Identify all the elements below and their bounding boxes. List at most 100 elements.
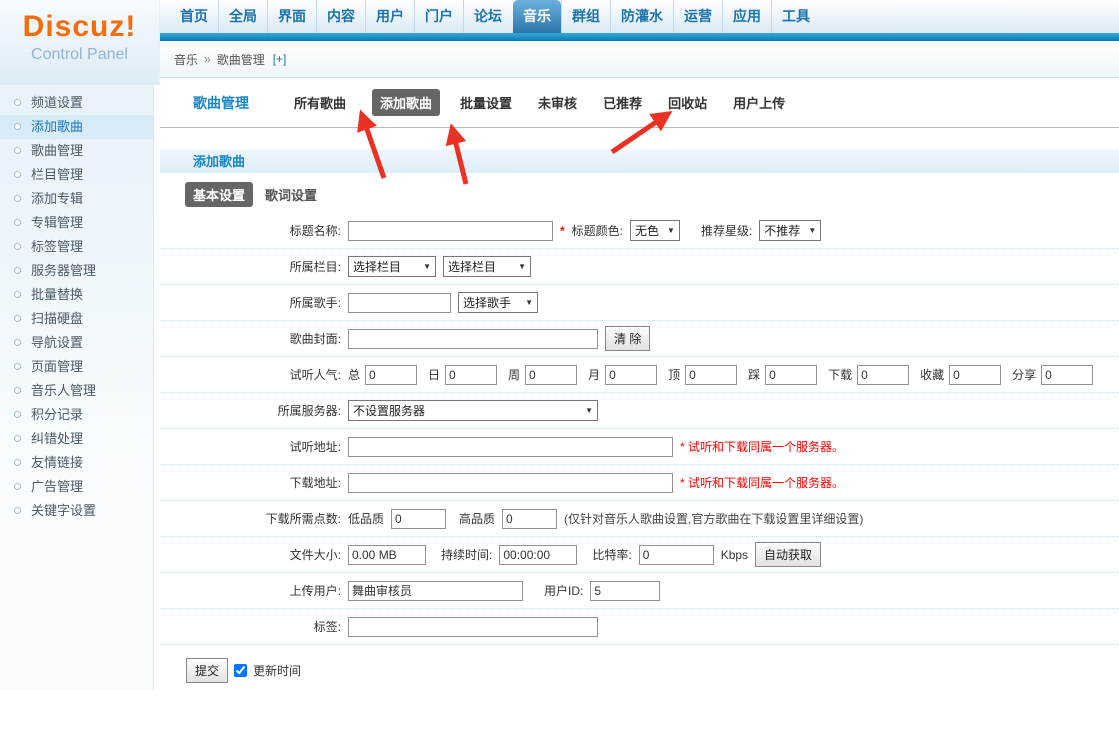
clear-cover-button[interactable]: 清 除 xyxy=(605,326,651,351)
breadcrumb-section[interactable]: 音乐 xyxy=(174,51,198,68)
sidebar-item-nav-settings[interactable]: 导航设置 xyxy=(0,331,153,355)
bitrate-input[interactable] xyxy=(638,544,714,565)
bitrate-unit: Kbps xyxy=(720,547,749,562)
title-input[interactable] xyxy=(348,220,553,241)
uploader-label: 上传用户: xyxy=(289,584,341,598)
nav-item-content[interactable]: 内容 xyxy=(316,0,365,33)
bullet-icon xyxy=(14,411,21,418)
nav-item-interface[interactable]: 界面 xyxy=(267,0,316,33)
uploader-input[interactable] xyxy=(348,580,523,601)
sidebar-item-ad-management[interactable]: 广告管理 xyxy=(0,475,153,499)
cover-input[interactable] xyxy=(348,328,598,349)
breadcrumb-expand-toggle[interactable]: [+] xyxy=(273,52,287,66)
tab-recycle-bin[interactable]: 回收站 xyxy=(668,93,707,112)
file-size-label: 文件大小: xyxy=(289,548,341,562)
file-size-input[interactable] xyxy=(348,544,426,565)
high-quality-input[interactable] xyxy=(502,508,558,529)
chevron-down-icon: ▼ xyxy=(585,406,593,415)
download-url-input[interactable] xyxy=(348,472,673,493)
nav-item-user[interactable]: 用户 xyxy=(365,0,414,33)
tab-recommended[interactable]: 已推荐 xyxy=(603,93,642,112)
sidebar-item-scan-disk[interactable]: 扫描硬盘 xyxy=(0,307,153,331)
brand-logo-panel: Discuz! Control Panel xyxy=(0,0,160,85)
sidebar-item-page-management[interactable]: 页面管理 xyxy=(0,355,153,379)
row-cover: 歌曲封面: 清 除 xyxy=(160,321,1119,357)
duration-input[interactable] xyxy=(499,544,578,565)
row-singer: 所属歌手: 选择歌手 ▼ xyxy=(160,285,1119,321)
column-select-2[interactable]: 选择栏目 ▼ xyxy=(443,256,531,277)
bullet-icon xyxy=(14,147,21,154)
uid-input[interactable] xyxy=(590,580,661,601)
nav-item-tools[interactable]: 工具 xyxy=(771,0,820,33)
sidebar-item-server-management[interactable]: 服务器管理 xyxy=(0,259,153,283)
sidebar-item-album-management[interactable]: 专辑管理 xyxy=(0,211,153,235)
stat-week-input[interactable] xyxy=(525,364,578,385)
submit-row: 提交 更新时间 xyxy=(160,645,1119,683)
column-select-1[interactable]: 选择栏目 ▼ xyxy=(348,256,436,277)
sidebar-item-error-correction[interactable]: 纠错处理 xyxy=(0,427,153,451)
auto-fetch-button[interactable]: 自动获取 xyxy=(755,542,822,567)
sidebar-item-keyword-settings[interactable]: 关键字设置 xyxy=(0,499,153,523)
tab-unreviewed[interactable]: 未审核 xyxy=(538,93,577,112)
sidebar-item-song-management[interactable]: 歌曲管理 xyxy=(0,139,153,163)
nav-item-global[interactable]: 全局 xyxy=(218,0,267,33)
stat-down-input[interactable] xyxy=(765,364,818,385)
row-tags: 标签: xyxy=(160,609,1119,645)
sidebar-item-column-management[interactable]: 栏目管理 xyxy=(0,163,153,187)
tab-all-songs[interactable]: 所有歌曲 xyxy=(294,93,346,112)
low-quality-input[interactable] xyxy=(391,508,447,529)
nav-item-portal[interactable]: 门户 xyxy=(414,0,463,33)
bullet-icon xyxy=(14,459,21,466)
sidebar-item-musician-management[interactable]: 音乐人管理 xyxy=(0,379,153,403)
high-quality-label: 高品质 xyxy=(459,512,496,526)
server-select[interactable]: 不设置服务器 ▼ xyxy=(348,400,598,421)
chevron-down-icon: ▼ xyxy=(423,262,431,271)
bullet-icon xyxy=(14,339,21,346)
sidebar-item-add-song[interactable]: 添加歌曲 xyxy=(0,115,153,139)
subtab-lyric-settings[interactable]: 歌词设置 xyxy=(265,185,317,204)
nav-item-forum[interactable]: 论坛 xyxy=(463,0,512,33)
stat-share-input[interactable] xyxy=(1041,364,1094,385)
nav-item-home[interactable]: 首页 xyxy=(170,0,218,33)
sidebar-item-tag-management[interactable]: 标签管理 xyxy=(0,235,153,259)
tab-add-song[interactable]: 添加歌曲 xyxy=(372,89,441,116)
tab-batch-settings[interactable]: 批量设置 xyxy=(460,93,512,112)
breadcrumb-page[interactable]: 歌曲管理 xyxy=(217,51,265,68)
update-time-checkbox[interactable] xyxy=(234,664,248,677)
sidebar-item-points-log[interactable]: 积分记录 xyxy=(0,403,153,427)
form-subtabs: 基本设置 歌词设置 xyxy=(160,173,1119,213)
title-color-select[interactable]: 无色 ▼ xyxy=(630,220,680,241)
add-song-form: 标题名称: * 标题颜色: 无色 ▼ 推荐星级: 不推荐 ▼ 所属栏目: 选择栏目 ▼… xyxy=(160,213,1119,683)
listen-url-input[interactable] xyxy=(348,436,673,457)
sidebar-item-batch-replace[interactable]: 批量替换 xyxy=(0,283,153,307)
star-select[interactable]: 不推荐 ▼ xyxy=(759,220,822,241)
nav-item-group[interactable]: 群组 xyxy=(561,0,610,33)
sidebar-item-friend-links[interactable]: 友情链接 xyxy=(0,451,153,475)
stat-favorite-input[interactable] xyxy=(949,364,1002,385)
row-column: 所属栏目: 选择栏目 ▼ 选择栏目 ▼ xyxy=(160,249,1119,285)
tab-user-upload[interactable]: 用户上传 xyxy=(733,93,785,112)
singer-input[interactable] xyxy=(348,292,451,313)
stat-download-input[interactable] xyxy=(857,364,910,385)
main-content: 歌曲管理 所有歌曲 添加歌曲 批量设置 未审核 已推荐 回收站 用户上传 添加歌… xyxy=(160,78,1119,683)
nav-item-operation[interactable]: 运营 xyxy=(673,0,722,33)
singer-select[interactable]: 选择歌手 ▼ xyxy=(458,292,538,313)
bullet-icon xyxy=(14,507,21,514)
subtab-basic-settings[interactable]: 基本设置 xyxy=(185,182,254,207)
stat-total-input[interactable] xyxy=(365,364,418,385)
stat-download-label: 下载 xyxy=(828,368,853,382)
submit-button[interactable]: 提交 xyxy=(186,658,229,683)
tags-input[interactable] xyxy=(348,616,598,637)
page-tabs-row: 歌曲管理 所有歌曲 添加歌曲 批量设置 未审核 已推荐 回收站 用户上传 xyxy=(160,78,1119,128)
sidebar-item-channel-settings[interactable]: 频道设置 xyxy=(0,91,153,115)
section-title: 添加歌曲 xyxy=(160,150,1119,173)
stat-month-input[interactable] xyxy=(605,364,658,385)
bullet-icon xyxy=(14,363,21,370)
title-label: 标题名称: xyxy=(289,224,341,238)
nav-item-antispam[interactable]: 防灌水 xyxy=(610,0,673,33)
stat-day-input[interactable] xyxy=(445,364,498,385)
sidebar-item-add-album[interactable]: 添加专辑 xyxy=(0,187,153,211)
nav-item-application[interactable]: 应用 xyxy=(722,0,771,33)
stat-up-input[interactable] xyxy=(685,364,738,385)
row-uploader: 上传用户: 用户ID: xyxy=(160,573,1119,609)
